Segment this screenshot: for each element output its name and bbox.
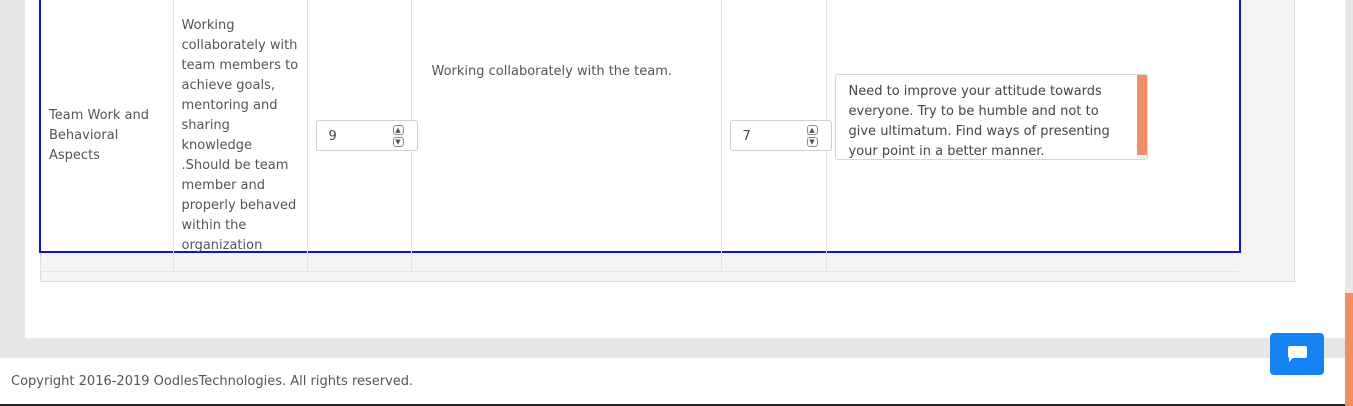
manager-feedback-text: Need to improve your attitude towards ev…: [848, 83, 1110, 159]
self-rating-value: 9: [328, 129, 337, 144]
self-rating-stepper[interactable]: 9 ▲ ▼: [315, 120, 418, 151]
criteria-cell: Team Work and Behavioral Aspects: [41, 0, 174, 272]
manager-rating-cell: 7 ▲ ▼: [721, 0, 832, 272]
manager-feedback-textarea[interactable]: Need to improve your attitude towards ev…: [834, 73, 1148, 160]
stepper-arrows: ▲ ▼: [392, 125, 405, 147]
side-feedback-tab[interactable]: [1345, 293, 1353, 406]
chat-button[interactable]: [1270, 333, 1324, 375]
chevron-up-icon[interactable]: ▲: [806, 125, 818, 135]
description-cell: Working collaborately with team members …: [173, 0, 308, 272]
kpi-table-frame: Team Work and Behavioral Aspects Working…: [39, 0, 1241, 272]
table-row: Team Work and Behavioral Aspects Working…: [41, 0, 1239, 272]
chat-icon-tail: [1289, 357, 1294, 362]
footer: Copyright 2016-2019 OodlesTechnologies. …: [0, 358, 1353, 406]
chevron-down-icon[interactable]: ▼: [392, 137, 404, 147]
criteria-label: Team Work and Behavioral Aspects: [49, 107, 150, 163]
manager-rating-value: 7: [742, 129, 751, 144]
self-comment-cell: Working collaborately with the team.: [411, 0, 722, 272]
chevron-down-icon[interactable]: ▼: [806, 137, 818, 147]
manager-feedback-cell: Need to improve your attitude towards ev…: [826, 0, 1239, 272]
manager-rating-stepper[interactable]: 7 ▲ ▼: [729, 120, 832, 151]
feedback-scrollbar[interactable]: [1136, 74, 1147, 159]
criteria-description: Working collaborately with team members …: [181, 17, 299, 253]
chevron-up-icon[interactable]: ▲: [392, 125, 404, 135]
kpi-table: Team Work and Behavioral Aspects Working…: [41, 0, 1239, 272]
self-rating-cell: 9 ▲ ▼: [307, 0, 418, 272]
self-comment-text: Working collaborately with the team.: [431, 63, 673, 79]
copyright-text: Copyright 2016-2019 OodlesTechnologies. …: [11, 374, 414, 389]
stepper-arrows: ▲ ▼: [806, 125, 819, 147]
feedback-scrollbar-thumb[interactable]: [1136, 74, 1147, 155]
